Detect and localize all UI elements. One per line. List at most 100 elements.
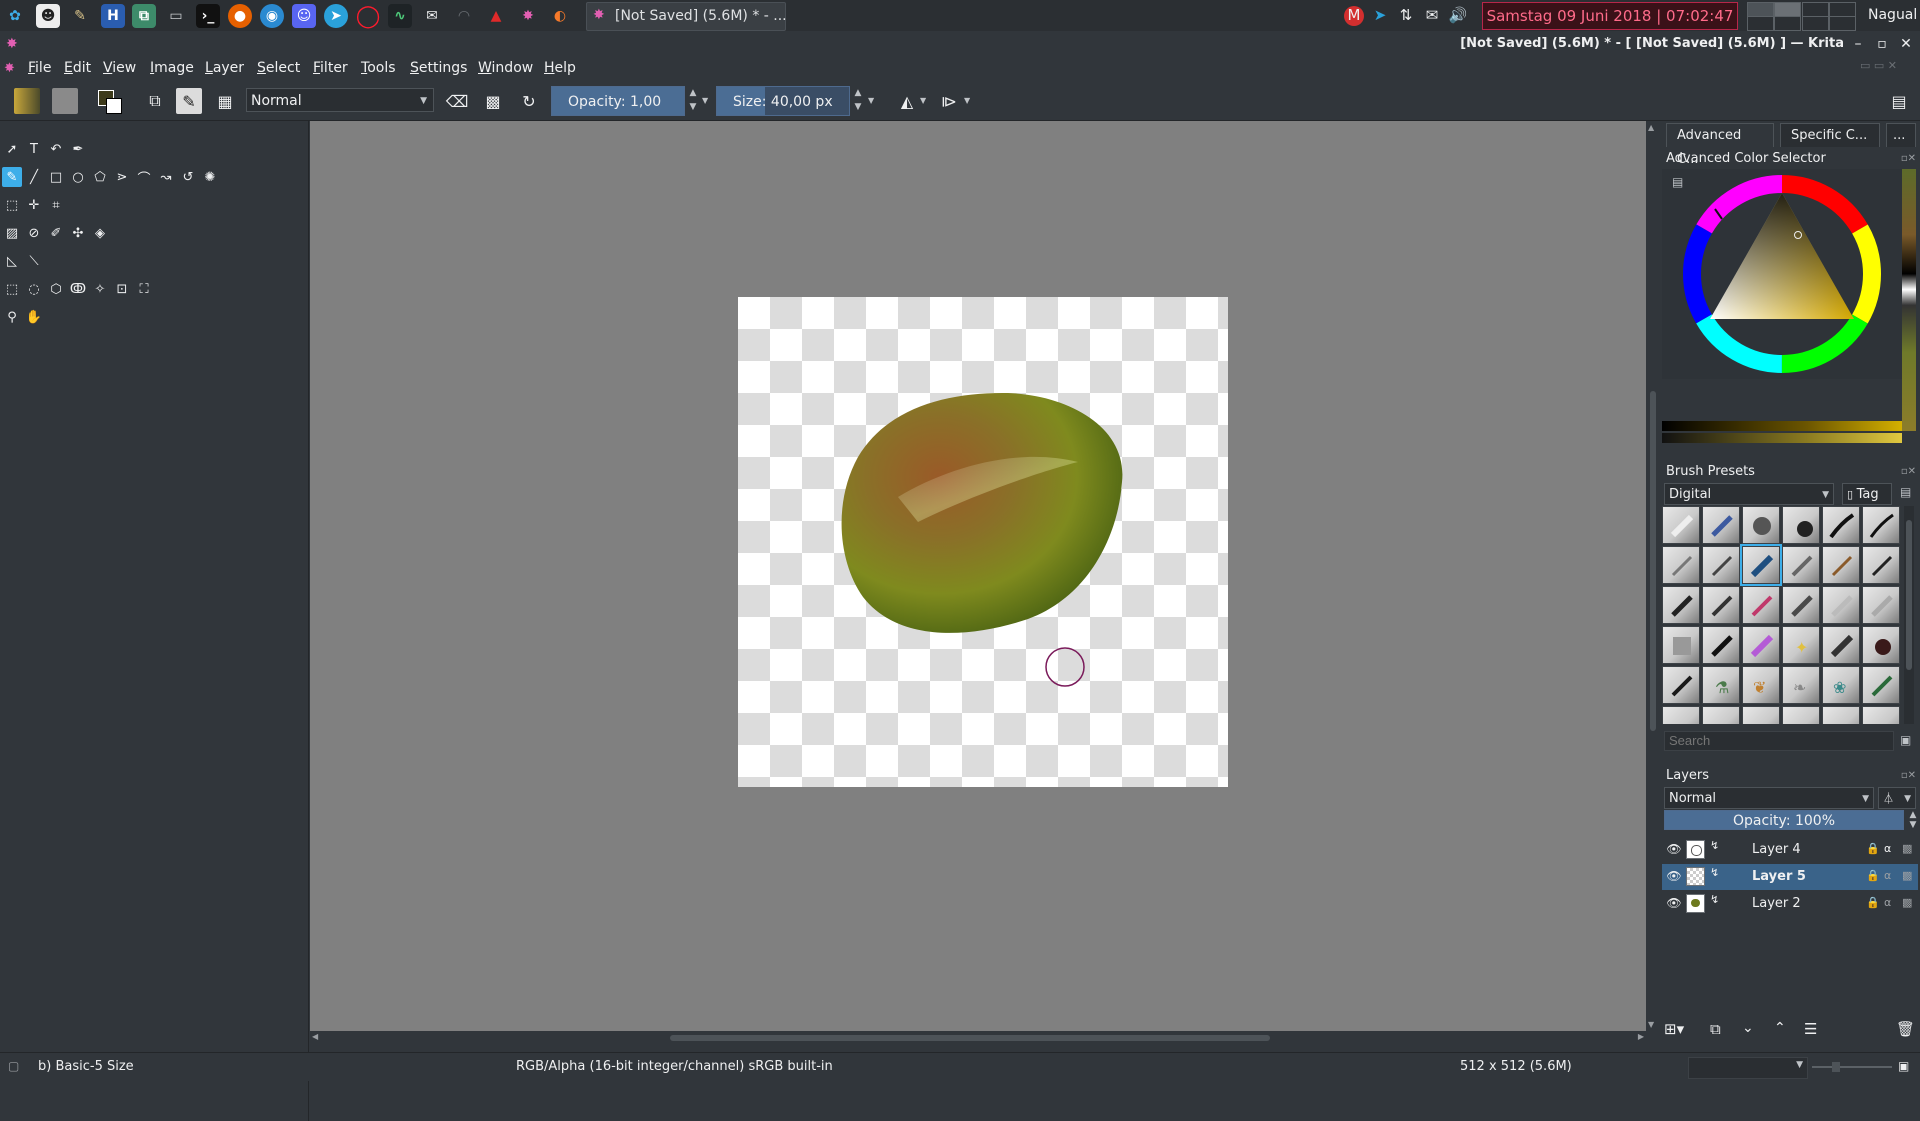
menu-launcher-icon[interactable]: ✿ <box>3 4 27 28</box>
brush-preset-icon[interactable]: ✎ <box>176 88 202 114</box>
eye-icon[interactable]: 👁 <box>1666 868 1682 884</box>
mail-tray-icon[interactable]: ✉ <box>1422 6 1442 26</box>
preset-water[interactable] <box>1822 586 1860 624</box>
menu-image[interactable]: Image <box>150 60 194 76</box>
alpha-inherit-icon[interactable]: α <box>1884 896 1891 909</box>
move-layer-up-icon[interactable]: ⌃ <box>1774 1020 1786 1036</box>
zoom-select[interactable]: ▼ <box>1688 1057 1808 1079</box>
preset-basic-5-size[interactable] <box>1740 544 1782 586</box>
recent-colors-strip[interactable] <box>1902 169 1916 431</box>
move-layer-down-icon[interactable]: ⌄ <box>1742 1020 1754 1036</box>
preset-gold[interactable] <box>1822 706 1860 724</box>
discord-icon[interactable]: ☺ <box>292 4 316 28</box>
system-monitor-icon[interactable]: ∿ <box>388 4 412 28</box>
presets-float-icon[interactable]: ▫✕ <box>1901 466 1916 477</box>
opacity-menu-icon[interactable]: ▼ <box>702 96 708 105</box>
menu-settings[interactable]: Settings <box>410 60 467 76</box>
layer-filter-button[interactable]: ⏃ ▼ <box>1878 787 1916 809</box>
preset-sparkle[interactable]: ✦ <box>1782 626 1820 664</box>
add-layer-icon[interactable]: ⊞▾ <box>1664 1020 1684 1038</box>
preset-flask[interactable]: ⚗ <box>1702 666 1740 704</box>
smart-patch-tool-icon[interactable]: ✣ <box>68 223 88 243</box>
network-tray-icon[interactable]: ⇅ <box>1396 6 1416 26</box>
layer-opacity-slider[interactable]: Opacity: 100% <box>1664 810 1904 830</box>
menu-edit[interactable]: Edit <box>64 60 91 76</box>
preset-shapes[interactable]: ❦ <box>1742 666 1780 704</box>
mirror-h-menu-icon[interactable]: ▼ <box>920 96 926 105</box>
layer-properties-icon[interactable]: ☰ <box>1804 1020 1817 1038</box>
move-tool-icon[interactable]: ✛ <box>24 195 44 215</box>
mail-app-icon[interactable]: ✉ <box>420 4 444 28</box>
blender-icon[interactable]: ◐ <box>548 4 572 28</box>
edit-brush-settings-icon[interactable]: ⧉ <box>142 88 168 114</box>
freehand-select-tool-icon[interactable]: ↂ <box>68 279 88 299</box>
telegram-icon[interactable]: ➤ <box>324 4 348 28</box>
mirror-view-icon[interactable]: ▣ <box>1898 1059 1909 1073</box>
hex-editor-icon[interactable]: H <box>101 4 125 28</box>
menu-tools[interactable]: Tools <box>361 60 396 76</box>
preset-charcoal[interactable] <box>1702 626 1740 664</box>
measure-tool-icon[interactable]: ⟍ <box>24 251 44 271</box>
preset-marker[interactable] <box>1782 546 1820 584</box>
preset-ink-2[interactable] <box>1862 506 1900 544</box>
alpha-lock-icon[interactable]: ▩ <box>480 88 506 114</box>
polyline-tool-icon[interactable]: ⋗ <box>112 167 132 187</box>
toggle-dockers-icon[interactable]: ▤ <box>1886 88 1912 114</box>
chat-app-icon[interactable]: ◉ <box>260 4 284 28</box>
preset-pen-2[interactable] <box>1862 546 1900 584</box>
preset-eraser[interactable] <box>1662 506 1700 544</box>
size-spin-icon[interactable]: ▲ ▼ <box>851 86 865 116</box>
layers-float-icon[interactable]: ▫✕ <box>1901 770 1916 781</box>
edit-shapes-tool-icon[interactable]: ↶ <box>46 139 66 159</box>
color-space[interactable]: RGB/Alpha (16-bit integer/channel) sRGB … <box>516 1059 833 1074</box>
menu-filter[interactable]: Filter <box>313 60 348 76</box>
preset-color-pencil[interactable] <box>1742 586 1780 624</box>
preset-airbrush[interactable] <box>1702 506 1740 544</box>
preset-chooser-icon[interactable]: ▦ <box>212 88 238 114</box>
duplicate-layer-icon[interactable]: ⧉ <box>1710 1020 1721 1038</box>
lock-icon[interactable]: 🔒 <box>1866 869 1880 882</box>
size-slider[interactable]: Size: 40,00 px <box>716 86 850 116</box>
preset-blob[interactable] <box>1862 626 1900 664</box>
opera-icon[interactable]: ◯ <box>356 4 381 29</box>
preset-foliage[interactable]: ❀ <box>1822 666 1860 704</box>
preset-water-2[interactable] <box>1862 586 1900 624</box>
assistant-tool-icon[interactable]: ◺ <box>2 251 22 271</box>
preset-dots[interactable] <box>1782 706 1820 724</box>
minimize-icon[interactable]: – <box>1848 34 1868 54</box>
layer-row[interactable]: 👁 ↯ Layer 2 🔒 α ▩ <box>1662 891 1918 917</box>
text-tool-icon[interactable]: T <box>24 139 44 159</box>
lock-icon[interactable]: 🔒 <box>1866 896 1880 909</box>
vertical-scrollbar[interactable]: ▲ ▼ <box>1646 121 1660 1031</box>
menu-layer[interactable]: Layer <box>205 60 244 76</box>
dynamic-brush-tool-icon[interactable]: ↺ <box>178 167 198 187</box>
canvas-area[interactable] <box>310 121 1646 1031</box>
docker-float-icon[interactable]: ▫✕ <box>1901 153 1916 164</box>
penguin-app-icon[interactable]: ☻ <box>36 4 60 28</box>
preset-bristles[interactable] <box>1822 626 1860 664</box>
calligraphy-tool-icon[interactable]: ✒ <box>68 139 88 159</box>
preset-pen-3[interactable] <box>1662 706 1700 724</box>
mirror-vertical-icon[interactable]: ⧐ <box>936 88 962 114</box>
maximize-icon[interactable]: ▫ <box>1872 34 1892 54</box>
shade-selector[interactable] <box>1662 421 1902 431</box>
preset-smudge[interactable] <box>1782 506 1820 544</box>
tab-specific-color[interactable]: Specific C... <box>1780 123 1880 147</box>
user-name[interactable]: Nagual <box>1868 7 1917 23</box>
bezier-select-tool-icon[interactable]: ⛶ <box>134 279 154 299</box>
alpha-lock-layer-icon[interactable]: ▩ <box>1902 842 1912 855</box>
krita-launcher-icon[interactable]: ✸ <box>516 4 540 28</box>
contiguous-select-tool-icon[interactable]: ✧ <box>90 279 110 299</box>
menu-view[interactable]: View <box>103 60 136 76</box>
layer-row[interactable]: 👁 ↯ Layer 5 🔒 α ▩ <box>1662 864 1918 890</box>
gradient-picker-button[interactable] <box>14 88 40 114</box>
color-wheel[interactable] <box>1662 169 1902 379</box>
preset-view-icon[interactable]: ▤ <box>1900 485 1911 499</box>
vertical-scroll-thumb[interactable] <box>1650 391 1656 731</box>
lock-icon[interactable]: 🔒 <box>1866 842 1880 855</box>
wifi-icon[interactable]: ◠ <box>452 4 476 28</box>
clock[interactable]: Samstag 09 Juni 2018 | 07:02:47 | <box>1482 2 1738 51</box>
preset-rainbow[interactable] <box>1742 626 1780 664</box>
menu-file[interactable]: File <box>28 60 51 76</box>
desktop-pager[interactable] <box>1744 0 1856 31</box>
